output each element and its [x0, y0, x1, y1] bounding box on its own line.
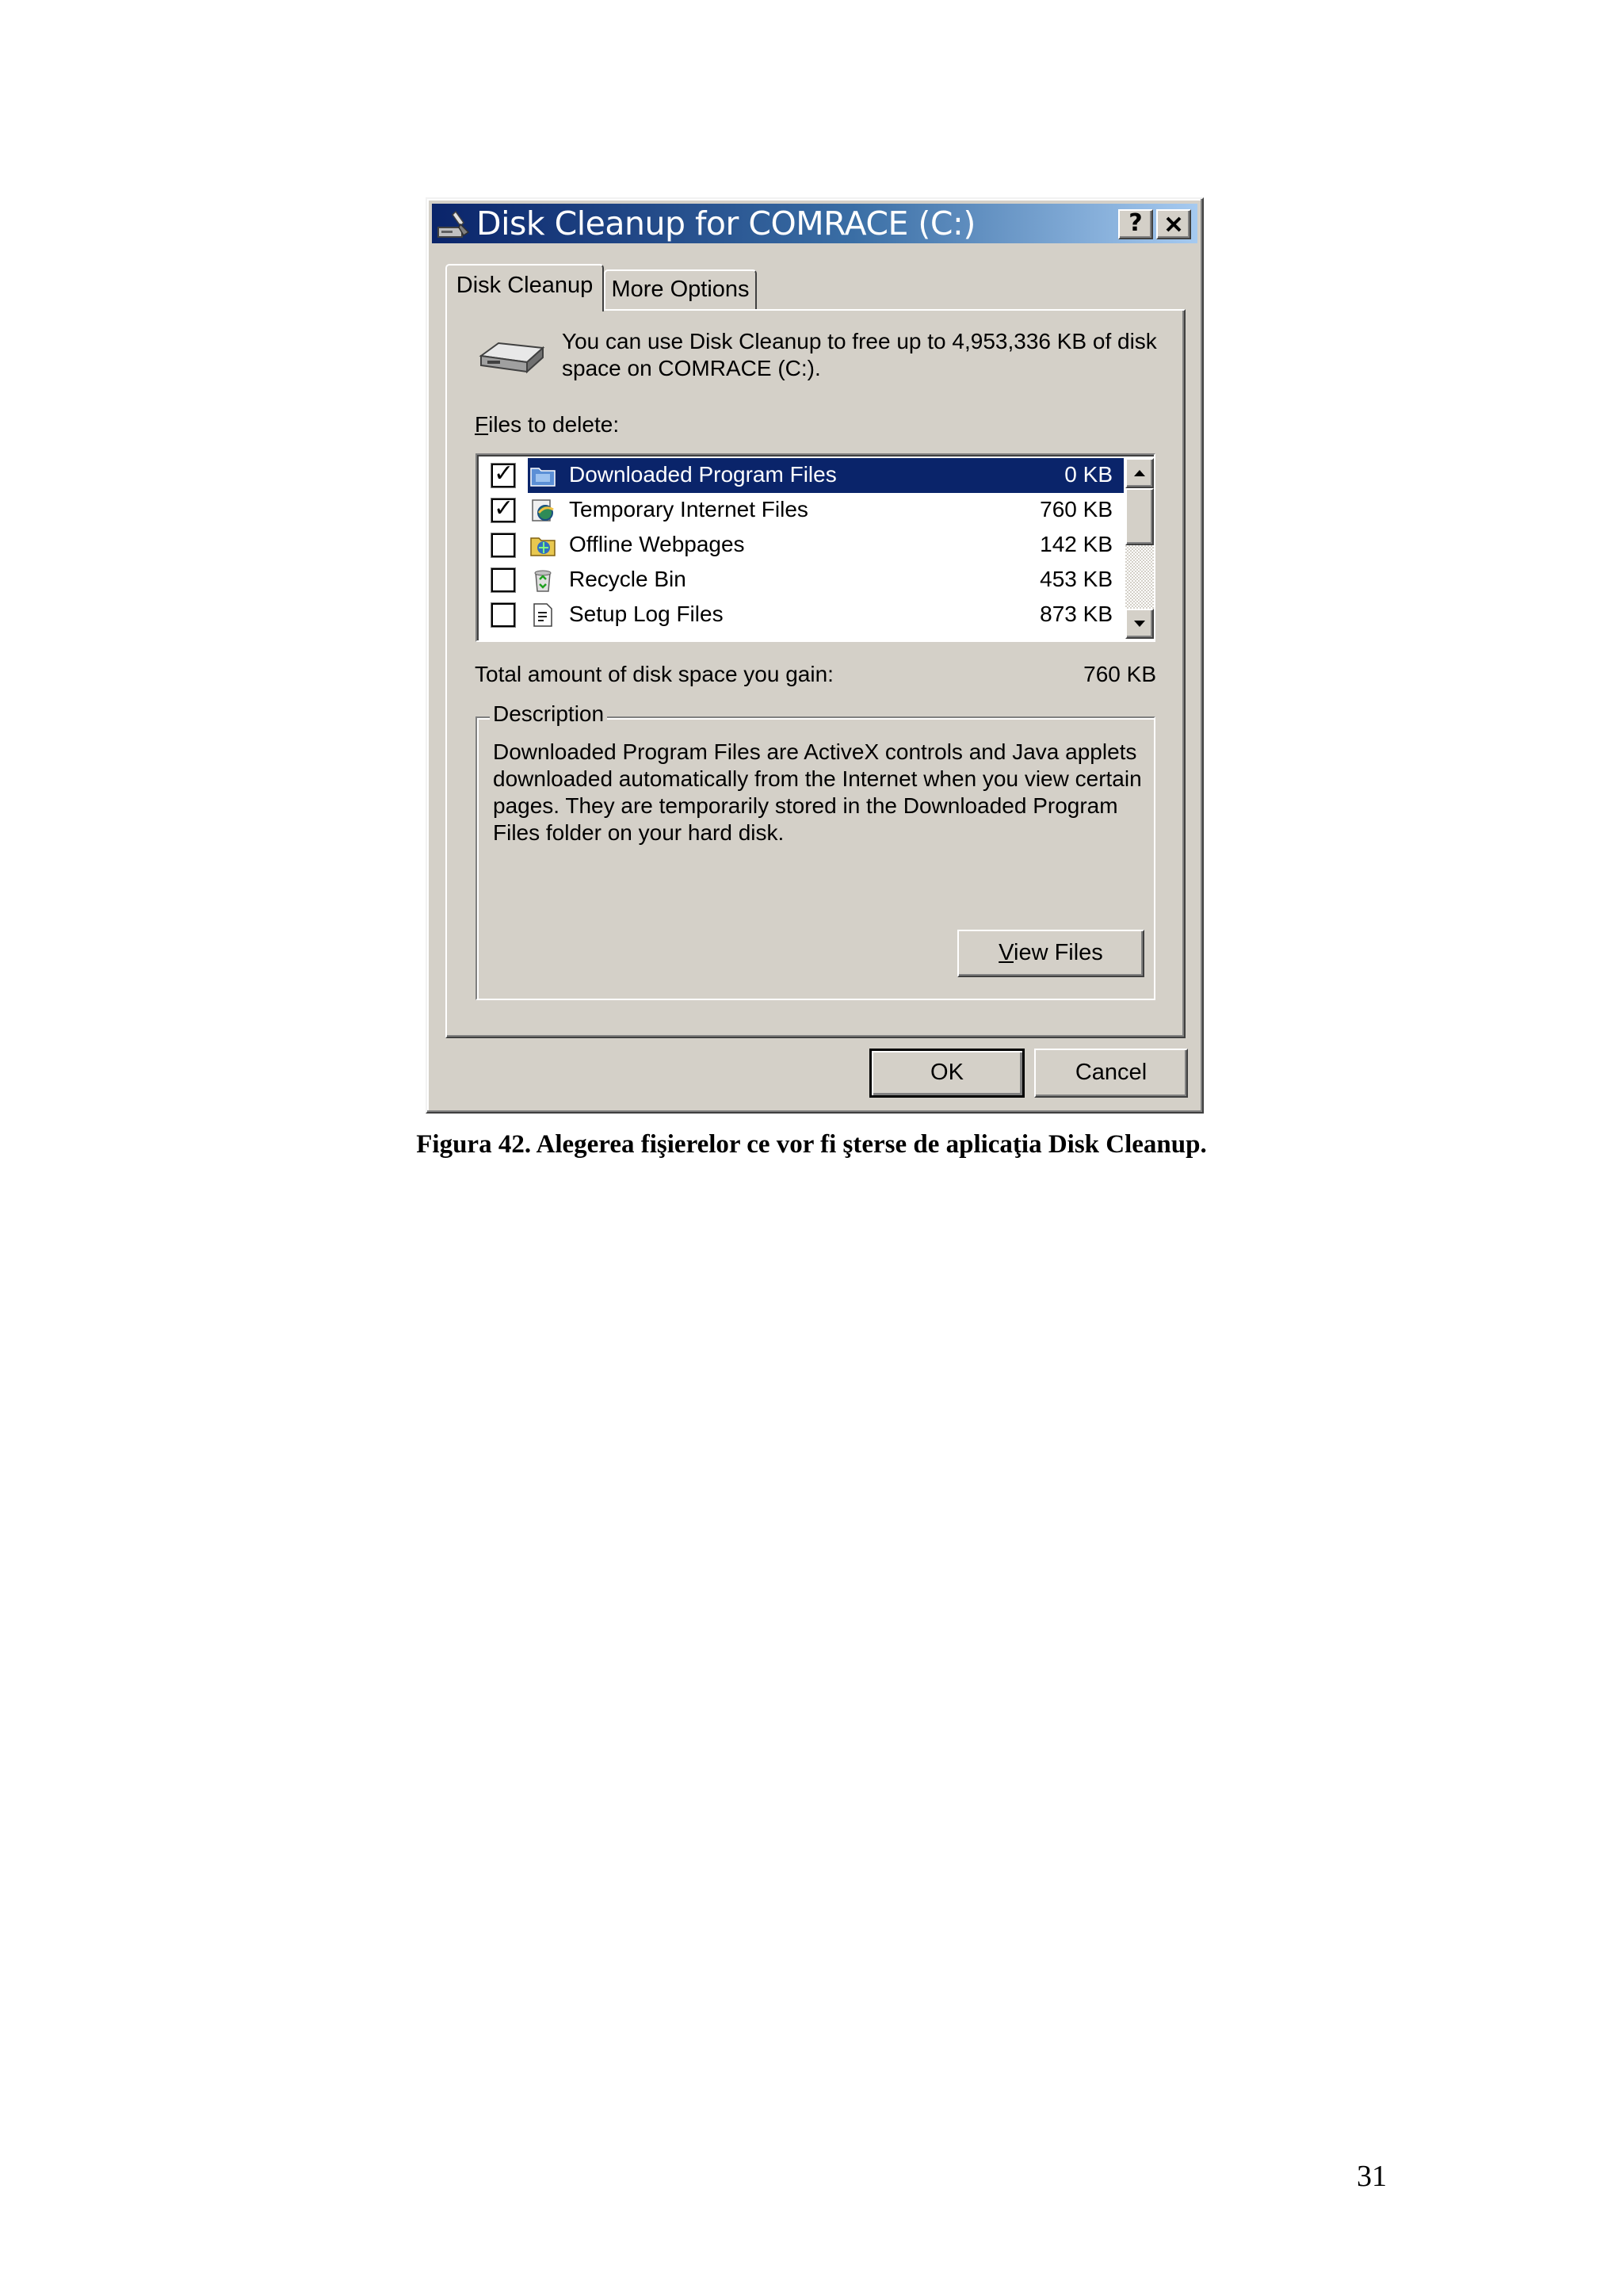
row-body: Setup Log Files 873 KB [528, 598, 1124, 632]
description-text: Downloaded Program Files are ActiveX con… [493, 739, 1142, 845]
total-space-value: 760 KB [1083, 662, 1156, 686]
tab-disk-cleanup[interactable]: Disk Cleanup [445, 264, 604, 311]
cancel-button[interactable]: Cancel [1034, 1049, 1188, 1098]
file-size: 142 KB [1040, 532, 1113, 556]
disk-cleanup-dialog: Disk Cleanup for COMRACE (C:) ? Disk Cle… [426, 197, 1204, 1114]
checkbox-temporary-internet-files[interactable]: ✓ [491, 495, 516, 523]
close-icon [1166, 216, 1182, 232]
description-legend: Description [490, 701, 608, 728]
scroll-thumb[interactable] [1125, 488, 1154, 545]
checkbox-recycle-bin[interactable] [491, 567, 516, 593]
file-name: Downloaded Program Files [569, 462, 837, 487]
figure-caption: Figura 42. Alegerea fişierelor ce vor fi… [416, 1130, 1207, 1159]
list-item[interactable]: Recycle Bin 453 KB [480, 563, 1124, 598]
row-highlight: Downloaded Program Files 0 KB [528, 458, 1124, 493]
checkbox-downloaded-program-files[interactable]: ✓ [491, 460, 516, 488]
intro-text: You can use Disk Cleanup to free up to 4… [562, 329, 1157, 380]
hard-disk-icon [479, 342, 545, 374]
scroll-down-button[interactable] [1125, 609, 1154, 639]
help-button[interactable]: ? [1118, 209, 1153, 239]
list-item[interactable]: Setup Log Files 873 KB [480, 598, 1124, 632]
file-size: 760 KB [1040, 497, 1113, 521]
check-mark-icon: ✓ [494, 460, 514, 487]
list-scrollbar[interactable] [1125, 458, 1154, 639]
arrow-up-icon [1134, 470, 1145, 476]
check-mark-icon: ✓ [494, 495, 514, 521]
row-body: Recycle Bin 453 KB [528, 563, 1124, 598]
files-to-delete-list[interactable]: ✓ Downloaded Program Files 0 KB ✓ Tempor… [475, 453, 1155, 642]
row-body: Temporary Internet Files 760 KB [528, 493, 1124, 528]
file-name: Temporary Internet Files [569, 497, 808, 521]
scroll-up-button[interactable] [1125, 458, 1154, 488]
file-size: 873 KB [1040, 602, 1113, 626]
view-files-mnemonic: V [999, 940, 1014, 965]
page-number: 31 [1357, 2160, 1387, 2193]
file-size: 453 KB [1040, 567, 1113, 591]
disk-cleanup-icon [437, 210, 470, 238]
title-bar[interactable]: Disk Cleanup for COMRACE (C:) ? [432, 204, 1197, 243]
checkbox-offline-webpages[interactable] [491, 533, 516, 558]
list-item[interactable]: ✓ Downloaded Program Files 0 KB [480, 458, 1124, 493]
dialog-title: Disk Cleanup for COMRACE (C:) [476, 204, 976, 243]
arrow-down-icon [1134, 621, 1145, 627]
ok-button[interactable]: OK [869, 1049, 1025, 1098]
close-button[interactable] [1156, 209, 1191, 239]
file-name: Setup Log Files [569, 602, 724, 626]
files-label-mnemonic: F [475, 412, 489, 437]
files-label-text: iles to delete: [488, 412, 620, 437]
checkbox-setup-log-files[interactable] [491, 602, 516, 628]
total-space-label: Total amount of disk space you gain: [475, 662, 834, 686]
folder-icon [530, 468, 556, 487]
file-size: 0 KB [1064, 462, 1113, 487]
tab-more-options[interactable]: More Options [604, 269, 757, 309]
list-item[interactable]: Offline Webpages 142 KB [480, 528, 1124, 563]
view-files-button[interactable]: View Files [957, 930, 1144, 977]
file-name: Offline Webpages [569, 532, 745, 556]
files-to-delete-label: Files to delete: [475, 411, 619, 438]
view-files-label: iew Files [1014, 940, 1103, 965]
row-body: Offline Webpages 142 KB [528, 528, 1124, 563]
file-name: Recycle Bin [569, 567, 686, 591]
list-item[interactable]: ✓ Temporary Internet Files 760 KB [480, 493, 1124, 528]
